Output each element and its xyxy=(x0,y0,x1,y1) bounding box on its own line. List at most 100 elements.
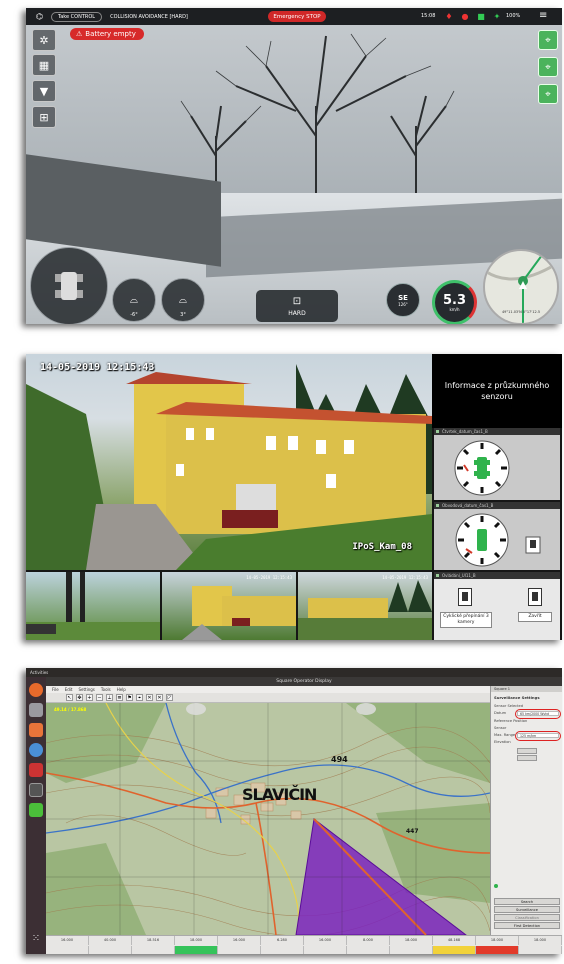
status-cell xyxy=(218,946,261,954)
operator-app-icon[interactable] xyxy=(29,803,43,817)
pitch-dial: ⌓ 3° xyxy=(161,278,205,322)
close-camera-icon[interactable] xyxy=(528,588,542,606)
files-icon[interactable] xyxy=(29,703,43,717)
sensor-panel-1: Čtvrtek_datum_čas1_B xyxy=(434,428,560,500)
pan-tool-icon[interactable]: ✥ xyxy=(76,694,83,701)
reset-button[interactable] xyxy=(517,755,537,761)
close-button[interactable]: Zavřít xyxy=(518,612,552,622)
take-control-button[interactable]: Take CONTROL xyxy=(50,11,103,22)
down-button[interactable]: ▼ xyxy=(32,80,56,102)
status-cell xyxy=(390,946,433,954)
status-cell: 40.000 xyxy=(89,936,132,945)
side-status-area xyxy=(494,884,560,896)
select-tool-icon[interactable]: ↖ xyxy=(66,694,73,701)
camera-name: IPoS_Kam_08 xyxy=(352,542,412,552)
roll-robot-icon: ⌓ xyxy=(130,294,138,306)
camera-thumbnail-3[interactable]: 14-05-2019 12:15:43 xyxy=(298,572,432,640)
sensor-2-radar[interactable] xyxy=(434,509,560,569)
status-cell: 16.000 xyxy=(304,936,347,945)
surveillance-side-panel: Square 1 Surveillance Settings Sensor Se… xyxy=(490,686,562,935)
zoom-in-icon[interactable]: + xyxy=(86,694,93,701)
cycle-cameras-button[interactable]: Cyklické přepínání 3 kamery xyxy=(440,612,492,628)
waypoint-button-2[interactable]: ⌖ xyxy=(538,57,558,77)
map-application: Activities ⁙ Square Operator Display Fil… xyxy=(26,668,562,954)
apply-button[interactable] xyxy=(517,748,537,754)
main-camera-feed[interactable]: 14-05-2019 12:15:43 IPoS_Kam_08 xyxy=(26,354,432,570)
sensor-1-radar[interactable] xyxy=(434,435,560,499)
app-launcher: ⁙ xyxy=(26,677,46,954)
status-ok-cell xyxy=(175,946,218,954)
surveillance-button[interactable]: Surveillance xyxy=(494,906,560,913)
measure-icon[interactable]: ⟂ xyxy=(106,694,113,701)
waypoint-button-3[interactable]: ⌖ xyxy=(538,84,558,104)
signal-icon: ● xyxy=(461,11,469,21)
robot-proximity-icon: ⊡ xyxy=(292,295,302,307)
flag-icon[interactable]: ⚑ xyxy=(126,694,133,701)
status-cell: 18.000 xyxy=(519,936,562,945)
status-bar: 16.000 40.000 18.516 18.000 16.000 6.280… xyxy=(46,935,562,954)
page: ⌬ Take CONTROL COLLISION AVOIDANCE [HARD… xyxy=(0,0,564,964)
gamepad-icon[interactable]: ⌬ xyxy=(36,12,43,21)
camera-scene xyxy=(26,364,432,570)
menu-edit[interactable]: Edit xyxy=(65,687,73,692)
close-tool-icon[interactable]: ✕ xyxy=(146,694,153,701)
status-cell xyxy=(132,946,175,954)
settings-icon[interactable] xyxy=(29,763,43,777)
clock: 15:08 xyxy=(421,13,436,19)
menu-bar: File Edit Settings Tools Help xyxy=(46,686,490,693)
side-panel-tab[interactable]: Square 1 xyxy=(491,686,562,692)
location-icon: ♦ xyxy=(445,11,453,21)
thumb-2-scene xyxy=(182,586,296,640)
sector-tool-icon[interactable]: ◸ xyxy=(166,694,173,701)
waypoint-button-1[interactable]: ⌖ xyxy=(538,30,558,50)
cycle-camera-icon[interactable] xyxy=(458,588,472,606)
browser-icon[interactable] xyxy=(29,683,43,697)
grid-button[interactable]: ▦ xyxy=(32,54,56,76)
collision-mode-indicator[interactable]: ⊡ HARD xyxy=(256,290,338,322)
status-cell xyxy=(304,946,347,954)
emergency-stop-button[interactable]: Emergency STOP xyxy=(268,11,326,22)
target-button[interactable]: ✲ xyxy=(32,29,56,51)
robot-camera-view: ⌬ Take CONTROL COLLISION AVOIDANCE [HARD… xyxy=(26,8,562,324)
map-place-label: SLAVIČIN xyxy=(242,785,317,804)
menu-help[interactable]: Help xyxy=(117,687,126,692)
toolbar: ↖ ✥ + − ⟂ ≣ ⚑ ⌖ ✕ ✕ ◸ xyxy=(46,693,490,703)
zoom-out-icon[interactable]: − xyxy=(96,694,103,701)
help-icon[interactable] xyxy=(29,743,43,757)
terminal-icon[interactable] xyxy=(29,783,43,797)
thumb-2-timestamp: 14-05-2019 12:15:43 xyxy=(246,575,292,580)
menu-file[interactable]: File xyxy=(52,687,59,692)
thumb-1-scene xyxy=(26,572,160,640)
activities-button[interactable]: Activities xyxy=(30,670,48,675)
datum-highlight xyxy=(515,709,561,719)
topographic-map[interactable]: 49.14 / 17.868 SLAVIČIN 494 447 xyxy=(46,703,490,935)
pitch-value: 3° xyxy=(180,312,186,318)
status-cell xyxy=(89,946,132,954)
network-icon: ■ xyxy=(477,11,485,21)
camera-control-title: Ovládání_UI11_B xyxy=(434,572,560,579)
layers-icon[interactable]: ≣ xyxy=(116,694,123,701)
menu-icon[interactable]: ≡ xyxy=(539,11,547,21)
label-elevation: Elevation xyxy=(494,740,511,744)
target-tool-icon[interactable]: ⌖ xyxy=(136,694,143,701)
multi-view-button[interactable]: ⊞ xyxy=(32,106,56,128)
battery-alert: ⚠ Battery empty xyxy=(70,28,144,40)
camera-thumbnail-1[interactable] xyxy=(26,572,160,640)
status-warn-cell xyxy=(433,946,476,954)
status-cell: 18.516 xyxy=(132,936,175,945)
menu-settings[interactable]: Settings xyxy=(78,687,94,692)
first-detection-button[interactable]: First Detection xyxy=(494,922,560,929)
side-section-title: Surveillance Settings xyxy=(494,695,540,700)
app-store-icon[interactable] xyxy=(29,723,43,737)
search-button[interactable]: Search xyxy=(494,898,560,905)
apps-grid-icon[interactable]: ⁙ xyxy=(29,933,43,947)
battery-level: 100% xyxy=(506,13,521,19)
window-title: Square Operator Display xyxy=(46,677,562,686)
camera-thumbnail-2[interactable]: 14-05-2019 12:15:43 xyxy=(162,572,296,640)
close-all-icon[interactable]: ✕ xyxy=(156,694,163,701)
classification-button[interactable]: Classification xyxy=(494,914,560,921)
status-cell: 18.000 xyxy=(476,936,519,945)
minimap[interactable]: 49°11.03'N 0°17'12.5 xyxy=(483,249,559,324)
map-elevation-1: 494 xyxy=(331,755,348,764)
menu-tools[interactable]: Tools xyxy=(101,687,111,692)
